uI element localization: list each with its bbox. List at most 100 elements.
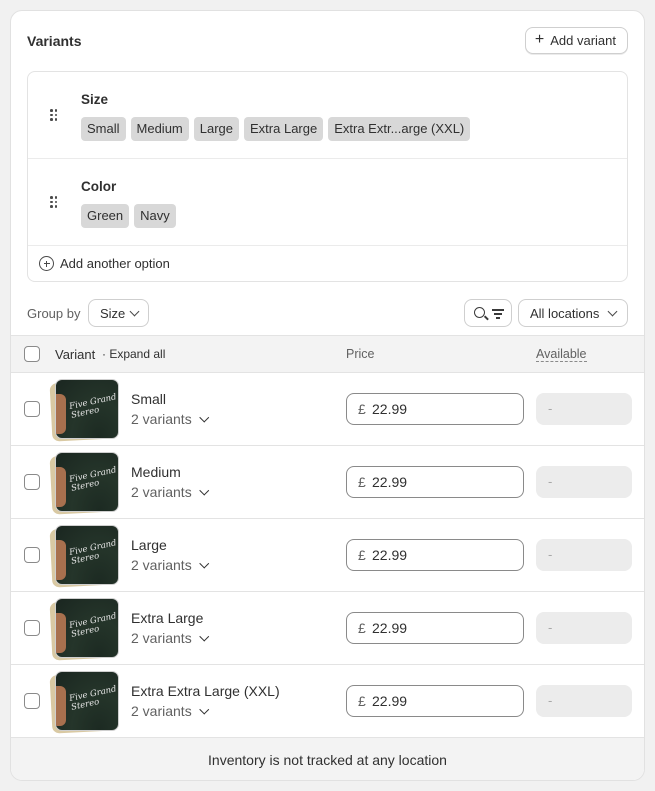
variants-count: 2 variants [131, 484, 192, 500]
variants-card: Variants + Add variant Size Small Medium… [10, 10, 645, 781]
variants-toggle[interactable]: 2 variants [131, 484, 209, 500]
table-row[interactable]: Five Grand Stereo Extra Large 2 variants … [11, 592, 644, 665]
option-name: Size [81, 92, 109, 107]
table-header: Variant · Expand all Price Available [11, 335, 644, 373]
option-values: Green Navy [81, 204, 176, 228]
location-select-value: All locations [530, 305, 600, 321]
available-value: - [548, 547, 553, 562]
card-header: Variants + Add variant [11, 11, 644, 71]
option-value-chip: Navy [134, 204, 176, 228]
currency-symbol: £ [358, 401, 366, 417]
column-header-variant: Variant [55, 347, 96, 362]
variant-title: Extra Large [131, 610, 204, 626]
search-icon [474, 307, 485, 318]
price-value: 22.99 [372, 693, 408, 709]
chevron-down-icon [129, 306, 140, 316]
row-checkbox[interactable] [24, 620, 40, 636]
table-row[interactable]: Five Grand Stereo Large 2 variants £ 22.9… [11, 519, 644, 592]
tshirt-print: Five Grand Stereo [68, 538, 118, 567]
filter-icon [492, 309, 504, 319]
variants-count: 2 variants [131, 630, 192, 646]
option-value-chip: Green [81, 204, 130, 228]
select-all-checkbox[interactable] [24, 346, 40, 362]
add-another-option-button[interactable]: Add another option [39, 256, 170, 271]
row-checkbox[interactable] [24, 547, 40, 563]
chevron-down-icon [199, 485, 209, 495]
price-input[interactable]: £ 22.99 [346, 466, 524, 498]
location-select[interactable]: All locations [518, 299, 629, 327]
price-input[interactable]: £ 22.99 [346, 685, 524, 717]
variants-toggle[interactable]: 2 variants [131, 557, 209, 573]
expand-all-link[interactable]: · Expand all [102, 347, 165, 361]
tshirt-print: Five Grand Stereo [68, 611, 118, 640]
row-checkbox[interactable] [24, 693, 40, 709]
tshirt-print: Five Grand Stereo [68, 392, 118, 421]
option-value-chip: Small [81, 117, 126, 141]
drag-handle-icon[interactable] [50, 196, 58, 208]
currency-symbol: £ [358, 547, 366, 563]
price-input[interactable]: £ 22.99 [346, 393, 524, 425]
search-filter-button[interactable] [464, 299, 512, 327]
variants-toggle[interactable]: 2 variants [131, 411, 209, 427]
options-box: Size Small Medium Large Extra Large Extr… [27, 71, 628, 282]
chevron-down-icon [607, 306, 618, 316]
tshirt-print: Five Grand Stereo [68, 684, 118, 713]
price-input[interactable]: £ 22.99 [346, 539, 524, 571]
column-header-available[interactable]: Available [536, 347, 587, 362]
column-header-price: Price [346, 347, 375, 361]
variant-title: Extra Extra Large (XXL) [131, 683, 280, 699]
group-by-value: Size [100, 305, 126, 321]
currency-symbol: £ [358, 474, 366, 490]
available-input: - [536, 685, 632, 717]
option-name: Color [81, 179, 117, 194]
row-checkbox[interactable] [24, 401, 40, 417]
option-value-chip: Extra Large [244, 117, 324, 141]
available-input: - [536, 612, 632, 644]
chevron-down-icon [199, 412, 209, 422]
add-variant-button[interactable]: + Add variant [524, 27, 628, 54]
variant-thumbnail[interactable]: Five Grand Stereo [49, 378, 119, 442]
available-input: - [536, 539, 632, 571]
variants-count: 2 variants [131, 411, 192, 427]
drag-handle-icon[interactable] [50, 109, 58, 121]
chevron-down-icon [199, 631, 209, 641]
variant-thumbnail[interactable]: Five Grand Stereo [49, 597, 119, 661]
currency-symbol: £ [358, 620, 366, 636]
price-value: 22.99 [372, 547, 408, 563]
variants-toggle[interactable]: 2 variants [131, 630, 209, 646]
table-row[interactable]: Five Grand Stereo Medium 2 variants £ 22.… [11, 446, 644, 519]
currency-symbol: £ [358, 693, 366, 709]
add-variant-label: Add variant [550, 33, 616, 48]
available-input: - [536, 466, 632, 498]
variants-toolbar: Group by Size All locations [11, 293, 644, 335]
plus-icon: + [534, 31, 545, 48]
add-another-option-label: Add another option [60, 256, 170, 271]
available-value: - [548, 620, 553, 635]
variant-thumbnail[interactable]: Five Grand Stereo [49, 524, 119, 588]
price-input[interactable]: £ 22.99 [346, 612, 524, 644]
variant-thumbnail[interactable]: Five Grand Stereo [49, 451, 119, 515]
option-values: Small Medium Large Extra Large Extra Ext… [81, 117, 471, 141]
option-value-chip: Extra Extr...arge (XXL) [328, 117, 471, 141]
option-row-size[interactable]: Size Small Medium Large Extra Large Extr… [28, 72, 627, 159]
price-value: 22.99 [372, 474, 408, 490]
table-row[interactable]: Five Grand Stereo Small 2 variants £ 22.9… [11, 373, 644, 446]
variants-toggle[interactable]: 2 variants [131, 703, 209, 719]
variant-thumbnail[interactable]: Five Grand Stereo [49, 670, 119, 734]
price-value: 22.99 [372, 401, 408, 417]
available-value: - [548, 474, 553, 489]
option-value-chip: Large [193, 117, 240, 141]
variants-count: 2 variants [131, 703, 192, 719]
row-checkbox[interactable] [24, 474, 40, 490]
chevron-down-icon [199, 558, 209, 568]
card-title: Variants [27, 33, 82, 49]
table-row[interactable]: Five Grand Stereo Extra Extra Large (XXL)… [11, 665, 644, 738]
tshirt-print: Five Grand Stereo [68, 465, 118, 494]
available-input: - [536, 393, 632, 425]
inventory-footer: Inventory is not tracked at any location [11, 738, 644, 780]
variants-count: 2 variants [131, 557, 192, 573]
group-by-select[interactable]: Size [88, 299, 150, 327]
variant-title: Medium [131, 464, 181, 480]
option-row-color[interactable]: Color Green Navy [28, 159, 627, 246]
variant-title: Small [131, 391, 167, 407]
